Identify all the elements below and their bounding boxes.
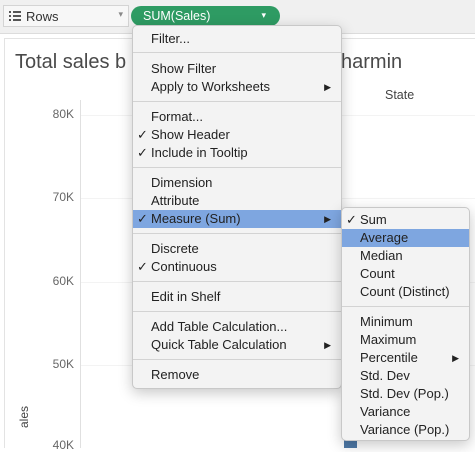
measure-aggregation-submenu: ✓ Sum Average Median Count Count (Distin… xyxy=(341,207,470,441)
axis-tick-label: 80K xyxy=(52,107,74,121)
axis-tick-label: 40K xyxy=(52,438,74,452)
menu-separator xyxy=(342,306,469,307)
axis-tick-label: 60K xyxy=(52,274,74,288)
agg-item-std-dev-pop[interactable]: Std. Dev (Pop.) xyxy=(342,385,469,403)
menu-item-apply-to-worksheets[interactable]: Apply to Worksheets ▶ xyxy=(133,78,341,96)
menu-item-measure-sum[interactable]: ✓ Measure (Sum) ▶ xyxy=(133,210,341,228)
agg-item-average[interactable]: Average xyxy=(342,229,469,247)
data-bar[interactable] xyxy=(344,440,357,448)
rows-shelf-text: Rows xyxy=(26,8,59,24)
menu-separator xyxy=(133,281,341,282)
menu-item-filter[interactable]: Filter... xyxy=(133,30,341,48)
menu-separator xyxy=(133,359,341,360)
rows-list-icon xyxy=(4,6,26,26)
menu-item-include-in-tooltip[interactable]: ✓ Include in Tooltip xyxy=(133,144,341,162)
agg-item-count-distinct[interactable]: Count (Distinct) xyxy=(342,283,469,301)
menu-separator xyxy=(133,52,341,53)
agg-item-variance[interactable]: Variance xyxy=(342,403,469,421)
menu-item-discrete[interactable]: Discrete xyxy=(133,240,341,258)
menu-item-quick-table-calculation[interactable]: Quick Table Calculation ▶ xyxy=(133,336,341,354)
sheet-title-continued: harmin xyxy=(341,51,403,73)
menu-item-format[interactable]: Format... xyxy=(133,108,341,126)
pill-dropdown-caret-icon[interactable]: ▾ xyxy=(261,10,266,21)
agg-item-maximum[interactable]: Maximum xyxy=(342,331,469,349)
agg-item-std-dev[interactable]: Std. Dev xyxy=(342,367,469,385)
menu-separator xyxy=(133,101,341,102)
menu-item-dimension[interactable]: Dimension xyxy=(133,174,341,192)
axis-title: ales xyxy=(17,405,31,428)
menu-separator xyxy=(133,167,341,168)
menu-separator xyxy=(133,311,341,312)
menu-item-edit-in-shelf[interactable]: Edit in Shelf xyxy=(133,288,341,306)
menu-item-attribute[interactable]: Attribute xyxy=(133,192,341,210)
axis-tick-label: 70K xyxy=(52,190,74,204)
agg-item-percentile[interactable]: Percentile ▶ xyxy=(342,349,469,367)
agg-item-variance-pop[interactable]: Variance (Pop.) xyxy=(342,421,469,439)
column-header-state[interactable]: State xyxy=(385,88,414,102)
submenu-arrow-icon: ▶ xyxy=(324,340,331,350)
agg-item-sum[interactable]: ✓ Sum xyxy=(342,211,469,229)
axis-tick-label: 50K xyxy=(52,357,74,371)
menu-separator xyxy=(133,233,341,234)
submenu-arrow-icon: ▶ xyxy=(452,353,459,363)
chevron-down-icon[interactable]: ▾ xyxy=(118,9,123,20)
sheet-title: Total sales b xyxy=(15,51,127,73)
checkmark-icon: ✓ xyxy=(137,145,148,160)
value-axis[interactable] xyxy=(80,100,81,448)
checkmark-icon: ✓ xyxy=(137,259,148,274)
menu-item-continuous[interactable]: ✓ Continuous xyxy=(133,258,341,276)
checkmark-icon: ✓ xyxy=(137,127,148,142)
checkmark-icon: ✓ xyxy=(137,211,148,226)
pill-context-menu: Filter... Show Filter Apply to Worksheet… xyxy=(132,25,342,389)
menu-item-remove[interactable]: Remove xyxy=(133,366,341,384)
menu-item-show-filter[interactable]: Show Filter xyxy=(133,60,341,78)
menu-item-add-table-calculation[interactable]: Add Table Calculation... xyxy=(133,318,341,336)
agg-item-minimum[interactable]: Minimum xyxy=(342,313,469,331)
agg-item-median[interactable]: Median xyxy=(342,247,469,265)
checkmark-icon: ✓ xyxy=(346,212,357,227)
pill-label: SUM(Sales) xyxy=(143,9,211,23)
sum-sales-pill[interactable]: SUM(Sales) ▾ xyxy=(131,6,280,26)
rows-shelf-label[interactable]: Rows ▾ xyxy=(3,5,129,27)
menu-item-show-header[interactable]: ✓ Show Header xyxy=(133,126,341,144)
submenu-arrow-icon: ▶ xyxy=(324,82,331,92)
agg-item-count[interactable]: Count xyxy=(342,265,469,283)
submenu-arrow-icon: ▶ xyxy=(324,214,331,224)
